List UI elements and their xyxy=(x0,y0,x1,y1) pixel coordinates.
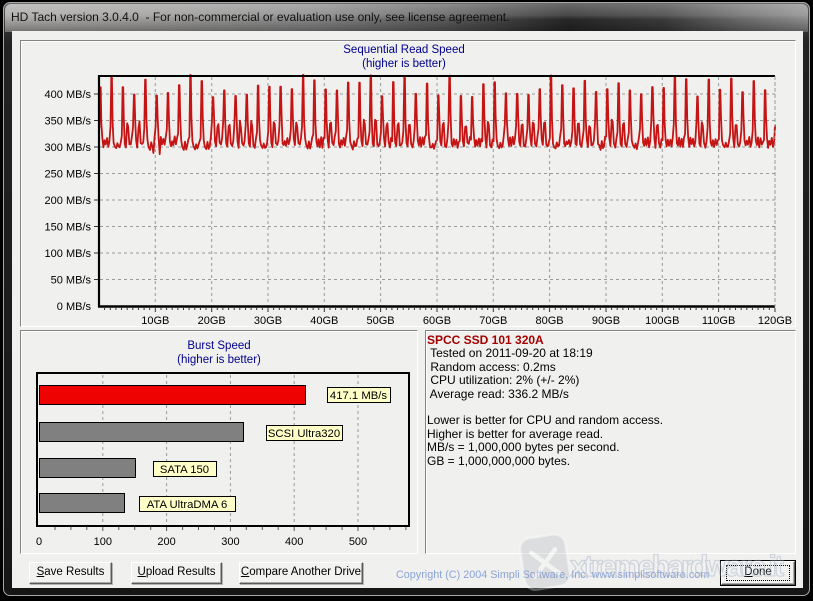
svg-text:200: 200 xyxy=(157,536,175,548)
svg-text:100 MB/s: 100 MB/s xyxy=(45,248,92,260)
svg-text:ATA UltraDMA 6: ATA UltraDMA 6 xyxy=(147,499,228,511)
svg-text:400 MB/s: 400 MB/s xyxy=(45,89,92,101)
svg-text:50GB: 50GB xyxy=(367,315,395,327)
svg-text:500: 500 xyxy=(349,536,367,548)
svg-text:350 MB/s: 350 MB/s xyxy=(45,116,92,128)
svg-text:0: 0 xyxy=(36,536,42,548)
svg-text:90GB: 90GB xyxy=(592,315,620,327)
svg-text:70GB: 70GB xyxy=(479,315,507,327)
svg-text:110GB: 110GB xyxy=(702,315,735,327)
svg-text:40GB: 40GB xyxy=(310,315,338,327)
svg-text:150 MB/s: 150 MB/s xyxy=(45,222,92,234)
svg-text:0 MB/s: 0 MB/s xyxy=(57,301,92,313)
svg-text:100GB: 100GB xyxy=(645,315,679,327)
svg-text:417.1 MB/s: 417.1 MB/s xyxy=(330,390,387,402)
svg-text:50 MB/s: 50 MB/s xyxy=(51,275,92,287)
svg-text:SCSI Ultra320: SCSI Ultra320 xyxy=(268,428,340,440)
svg-text:120GB: 120GB xyxy=(758,315,792,327)
svg-text:80GB: 80GB xyxy=(536,315,564,327)
svg-text:300 MB/s: 300 MB/s xyxy=(45,142,92,154)
svg-text:100: 100 xyxy=(94,536,112,548)
svg-text:SATA 150: SATA 150 xyxy=(160,464,209,476)
svg-text:60GB: 60GB xyxy=(423,315,451,327)
svg-text:400: 400 xyxy=(285,536,303,548)
svg-text:20GB: 20GB xyxy=(198,315,226,327)
svg-text:250 MB/s: 250 MB/s xyxy=(45,169,92,181)
svg-text:10GB: 10GB xyxy=(141,315,169,327)
svg-text:300: 300 xyxy=(221,536,239,548)
svg-text:200 MB/s: 200 MB/s xyxy=(45,195,92,207)
svg-text:30GB: 30GB xyxy=(254,315,282,327)
